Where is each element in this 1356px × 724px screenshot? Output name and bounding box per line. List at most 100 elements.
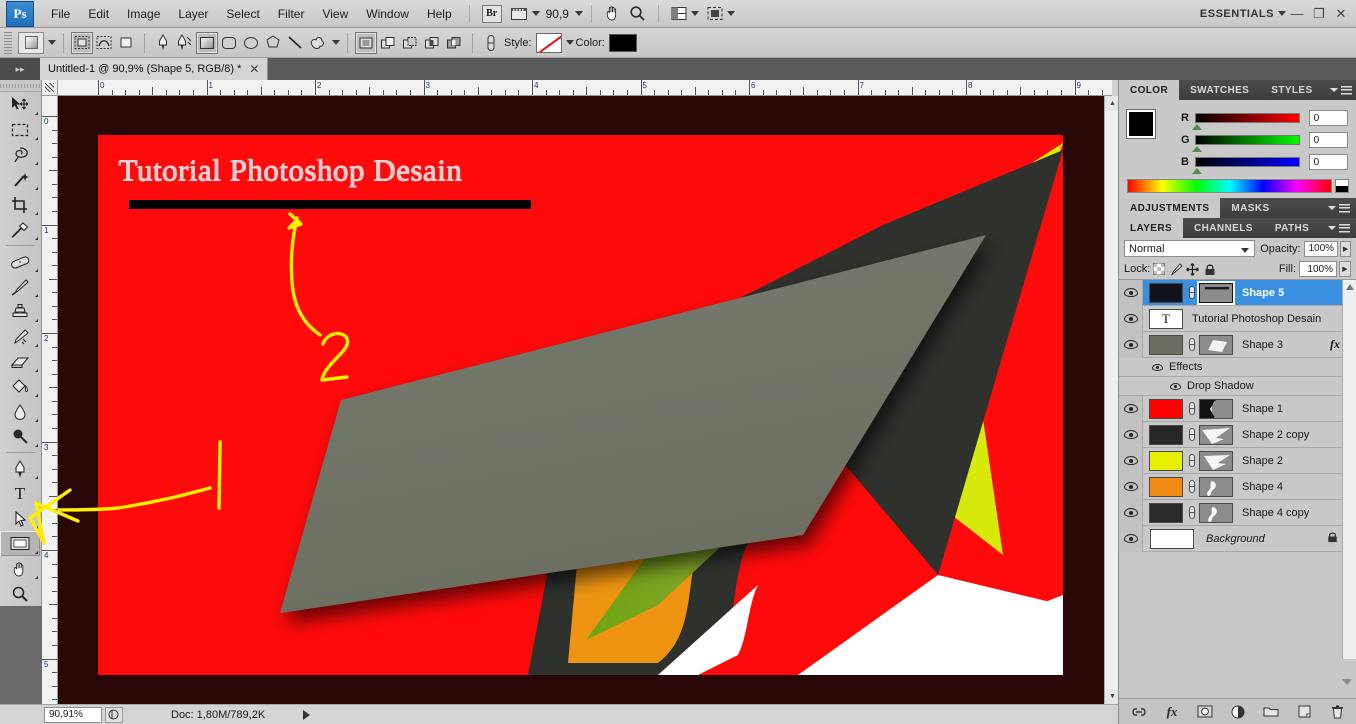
effects-visibility-toggle[interactable] [1149,363,1165,371]
canvas-area[interactable]: Tutorial Photoshop Desain [58,96,1112,704]
table-row[interactable]: Background [1119,525,1356,552]
layer-effects-group[interactable]: Effects [1119,358,1356,377]
rectangle-shape-tool[interactable] [0,531,40,556]
pen-tool-option[interactable] [152,32,174,54]
tool-preset-chevron-down-icon[interactable] [48,40,56,45]
rectangle-tool-option[interactable] [196,31,218,54]
red-value-field[interactable]: 0 [1308,110,1348,126]
magic-wand-tool[interactable] [0,167,40,192]
view-extras-button[interactable] [506,4,544,24]
launch-bridge-button[interactable]: Br [478,3,506,25]
custom-shape-tool-option[interactable] [306,32,328,54]
fill-field[interactable]: 100% [1299,261,1337,277]
layer-thumbnail[interactable] [1149,424,1183,445]
move-tool[interactable] [0,92,40,117]
layer-visibility-toggle[interactable] [1119,305,1143,332]
add-to-shape-area-button[interactable] [377,32,399,54]
opacity-field[interactable]: 100% [1303,240,1339,257]
layer-name[interactable]: Shape 2 copy [1242,429,1309,441]
lock-image-pixels-icon[interactable] [1167,261,1184,277]
red-slider-thumb[interactable] [1191,124,1202,130]
table-row[interactable]: Shape 2 [1119,447,1356,474]
layer-name[interactable]: Shape 4 copy [1242,507,1309,519]
adjustments-panel-menu-button[interactable] [1322,198,1356,218]
color-swatch[interactable] [608,33,637,52]
rounded-rectangle-tool-option[interactable] [218,32,240,54]
blur-tool[interactable] [0,399,40,424]
layers-panel-menu-button[interactable] [1322,218,1356,238]
exclude-overlapping-areas-button[interactable] [443,32,465,54]
link-icon[interactable] [1187,506,1196,520]
layer-visibility-toggle[interactable] [1119,447,1143,474]
brush-tool[interactable] [0,274,40,299]
zoom-tool-button[interactable] [625,3,650,24]
layer-name[interactable]: Shape 2 [1242,455,1283,467]
close-button[interactable]: ✕ [1330,4,1352,24]
layer-vector-mask-thumbnail[interactable] [1199,476,1233,497]
layer-vector-mask-thumbnail[interactable] [1199,450,1233,471]
zoom-level-value[interactable]: 90,9 [544,7,571,21]
menu-select[interactable]: Select [217,3,268,25]
add-layer-mask-button[interactable] [1196,703,1214,721]
new-layer-button[interactable] [1295,703,1313,721]
layer-thumbnail-type-T[interactable]: T [1149,308,1183,329]
clone-stamp-tool[interactable] [0,299,40,324]
table-row[interactable]: Shape 3 fx [1119,331,1356,358]
blend-mode-select[interactable]: Normal [1124,240,1256,257]
link-icon[interactable] [1187,428,1196,442]
layer-vector-mask-thumbnail[interactable] [1199,424,1233,445]
table-row[interactable]: T Tutorial Photoshop Desain [1119,305,1356,332]
layer-effect-item[interactable]: Drop Shadow [1119,377,1356,396]
tab-channels[interactable]: CHANNELS [1183,218,1264,238]
layer-thumbnail[interactable] [1149,282,1183,303]
menu-file[interactable]: File [42,3,79,25]
tool-preset-picker[interactable] [18,31,44,54]
link-icon[interactable] [1187,338,1196,352]
ellipse-tool-option[interactable] [240,32,262,54]
blue-value-field[interactable]: 0 [1308,154,1348,170]
layer-name[interactable]: Tutorial Photoshop Desain [1192,313,1321,325]
menu-view[interactable]: View [313,3,357,25]
layer-visibility-toggle[interactable] [1119,280,1143,306]
layer-thumbnail[interactable] [1149,334,1183,355]
tab-bar-grip[interactable]: ▸▸ [0,58,40,80]
layer-visibility-toggle[interactable] [1119,473,1143,500]
canvas-vertical-scrollbar[interactable]: ▲ ▼ [1104,96,1120,704]
drop-shadow-visibility-toggle[interactable] [1167,382,1183,390]
blue-slider-thumb[interactable] [1191,168,1202,174]
restore-button[interactable]: ❐ [1308,4,1330,24]
green-slider-thumb[interactable] [1191,146,1202,152]
layer-effects-fx-icon[interactable]: fx [1330,337,1340,352]
eyedropper-tool[interactable] [0,217,40,242]
delete-layer-button[interactable] [1328,703,1346,721]
lock-position-icon[interactable] [1184,261,1201,277]
layer-vector-mask-thumbnail[interactable] [1197,280,1235,305]
layer-name[interactable]: Shape 3 [1242,339,1283,351]
layer-visibility-toggle[interactable] [1119,331,1143,358]
table-row[interactable]: Shape 1 [1119,395,1356,422]
polygon-tool-option[interactable] [262,32,284,54]
hand-tool[interactable] [0,556,40,581]
line-tool-option[interactable] [284,32,306,54]
link-layers-button[interactable] [1130,703,1148,721]
screen-mode-button[interactable] [703,4,739,23]
fill-pixels-mode-button[interactable] [115,32,137,54]
ruler-corner[interactable] [42,80,58,96]
layer-name[interactable]: Background [1206,533,1265,545]
tab-paths[interactable]: PATHS [1264,218,1320,238]
lock-transparent-pixels-icon[interactable] [1150,261,1167,277]
tab-color[interactable]: COLOR [1119,80,1180,100]
layer-visibility-toggle[interactable] [1119,499,1143,526]
document-tab[interactable]: Untitled-1 @ 90,9% (Shape 5, RGB/8) * ✕ [40,58,269,80]
subtract-from-shape-area-button[interactable] [399,32,421,54]
hand-tool-button[interactable] [600,3,625,24]
options-bar-grip[interactable] [4,31,12,54]
link-icon[interactable] [1187,286,1196,300]
link-icon[interactable] [1187,454,1196,468]
layer-name[interactable]: Shape 5 [1242,287,1284,299]
menu-filter[interactable]: Filter [269,3,314,25]
arrange-documents-button[interactable] [667,4,703,23]
intersect-shape-areas-button[interactable] [421,32,443,54]
horizontal-ruler[interactable]: 0 1 2 3 4 5 6 7 8 9 [58,80,1112,96]
layer-thumbnail[interactable] [1149,450,1183,471]
